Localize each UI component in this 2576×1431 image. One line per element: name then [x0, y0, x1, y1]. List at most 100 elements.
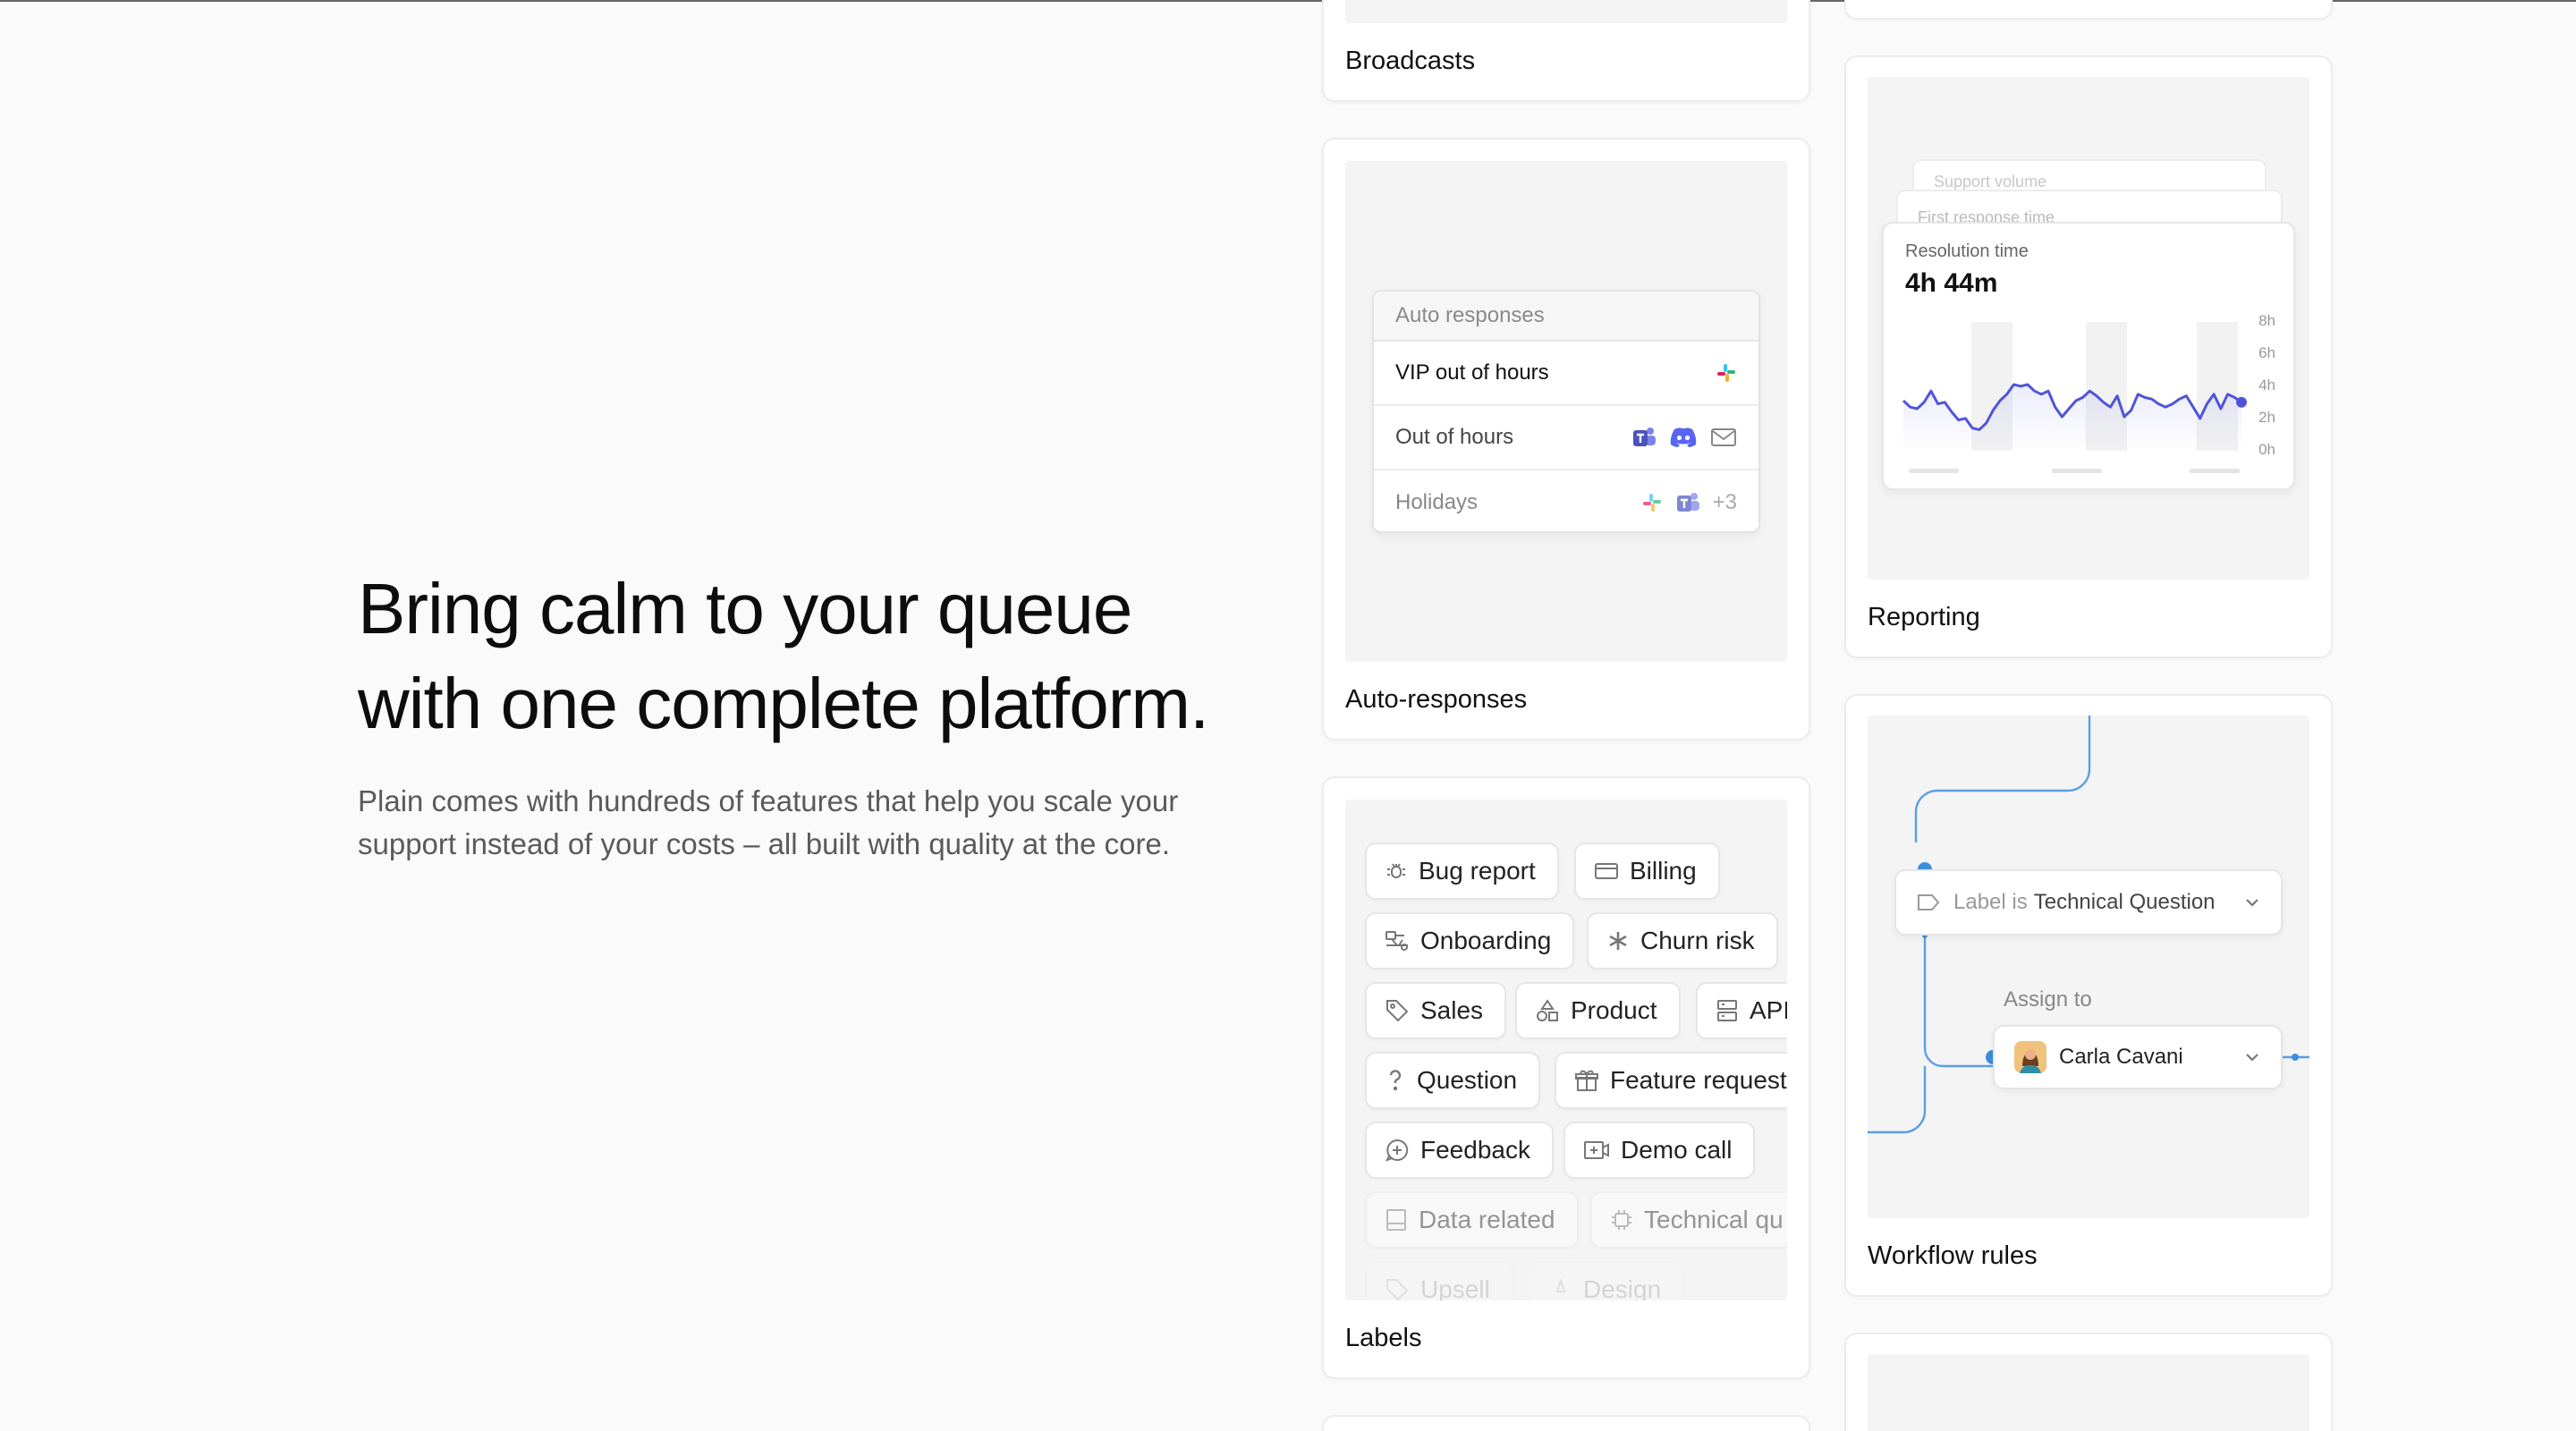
- auto-response-name: Out of hours: [1395, 425, 1514, 449]
- partial-card-visual: [1868, 1354, 2309, 1431]
- auto-responses-card[interactable]: Auto responses VIP out of hours Out of h…: [1322, 138, 1810, 741]
- teams-icon: [1676, 493, 1699, 512]
- label-chip-technical-question[interactable]: Technical qu: [1590, 1191, 1787, 1249]
- hero-title: Bring calm to your queue with one comple…: [358, 562, 1288, 751]
- partial-card-bottom-right[interactable]: [1844, 1333, 2333, 1431]
- label-chip-text: Feedback: [1420, 1136, 1530, 1164]
- y-tick-label: 2h: [2258, 409, 2275, 426]
- label-chip-feedback[interactable]: Feedback: [1365, 1122, 1554, 1179]
- workflow-rules-card[interactable]: Label is Technical Question Assign to Ca…: [1844, 694, 2333, 1297]
- label-chip-text: Sales: [1420, 996, 1484, 1024]
- tag-icon: [1386, 1279, 1409, 1300]
- label-chip-data-related[interactable]: Data related: [1365, 1191, 1579, 1249]
- broadcasts-card[interactable]: Broadcasts: [1322, 0, 1810, 102]
- label-chip-design[interactable]: Design: [1530, 1261, 1685, 1300]
- auto-responses-label: Auto-responses: [1345, 685, 1528, 714]
- database-icon: [1386, 1209, 1406, 1231]
- question-icon: [1389, 1070, 1402, 1091]
- auto-response-row[interactable]: VIP out of hours: [1374, 342, 1758, 406]
- auto-response-name: Holidays: [1395, 490, 1479, 514]
- label-tag-icon: [1918, 894, 1940, 910]
- chevron-down-icon: [2246, 1054, 2258, 1062]
- partial-card-top-right[interactable]: [1844, 0, 2333, 20]
- hero-title-line2: with one complete platform.: [358, 664, 1209, 743]
- label-chip-onboarding[interactable]: Onboarding: [1365, 912, 1575, 970]
- condition-prefix: Label is: [1953, 890, 2028, 914]
- y-tick-label: 0h: [2258, 441, 2275, 458]
- label-chip-text: Demo call: [1621, 1136, 1733, 1164]
- x-axis-placeholder: [1909, 469, 1959, 473]
- label-chip-text: API: [1750, 996, 1787, 1024]
- labels-card[interactable]: Bug report Billing Onboarding Churn risk…: [1322, 776, 1810, 1379]
- x-axis-placeholder: [2052, 469, 2102, 473]
- auto-response-row[interactable]: Holidays +3: [1374, 470, 1758, 531]
- label-chip-text: Design: [1583, 1275, 1662, 1300]
- asterisk-icon: [1609, 932, 1627, 950]
- broadcasts-label: Broadcasts: [1345, 47, 1476, 75]
- avatar: [2014, 1041, 2046, 1073]
- slack-icon: [1642, 494, 1661, 512]
- label-chip-product[interactable]: Product: [1515, 982, 1681, 1039]
- label-chip-text: Upsell: [1420, 1275, 1490, 1300]
- chat-plus-icon: [1385, 1139, 1409, 1162]
- label-chip-text: Feature request: [1610, 1066, 1787, 1094]
- label-chip-text: Churn risk: [1640, 927, 1755, 954]
- x-axis-placeholder: [2190, 469, 2240, 473]
- auto-response-row[interactable]: Out of hours: [1374, 406, 1758, 470]
- label-chip-sales[interactable]: Sales: [1365, 982, 1507, 1039]
- bug-icon: [1387, 863, 1405, 878]
- reporting-visual: Support volume First response time Resol…: [1868, 77, 2309, 580]
- label-chip-api[interactable]: API: [1696, 982, 1787, 1039]
- teams-icon: [1633, 428, 1656, 446]
- y-tick-label: 8h: [2258, 312, 2275, 329]
- label-chip-feature-request[interactable]: Feature request: [1555, 1052, 1787, 1109]
- label-chip-text: Billing: [1630, 857, 1697, 885]
- label-chip-text: Data related: [1419, 1206, 1555, 1233]
- chip-icon: [1612, 1210, 1631, 1230]
- assignee-name: Carla Cavani: [2059, 1045, 2183, 1069]
- condition-select[interactable]: Label is Technical Question: [1894, 869, 2283, 936]
- label-chip-bug-report[interactable]: Bug report: [1365, 843, 1559, 900]
- connector-node: [2292, 1054, 2299, 1061]
- ghost-card-title: Support volume: [1934, 173, 2047, 191]
- hero-title-line1: Bring calm to your queue: [358, 569, 1132, 648]
- reporting-card[interactable]: Support volume First response time Resol…: [1844, 55, 2333, 658]
- label-chip-billing[interactable]: Billing: [1574, 843, 1720, 900]
- server-icon: [1717, 1000, 1737, 1021]
- y-tick-label: 4h: [2258, 377, 2275, 394]
- mail-icon: [1711, 428, 1736, 446]
- label-chip-demo-call[interactable]: Demo call: [1563, 1122, 1756, 1179]
- credit-card-icon: [1595, 863, 1618, 879]
- pen-icon: [1555, 1278, 1566, 1292]
- video-icon: [1584, 1141, 1609, 1159]
- tag-icon: [1386, 1000, 1409, 1022]
- discord-icon: [1670, 428, 1697, 447]
- onboarding-icon: [1385, 931, 1408, 951]
- label-chip-text: Question: [1417, 1066, 1518, 1094]
- label-chip-question[interactable]: Question: [1365, 1052, 1541, 1109]
- partial-card-bottom-left[interactable]: [1322, 1415, 1810, 1431]
- labels-visual: Bug report Billing Onboarding Churn risk…: [1345, 800, 1787, 1300]
- label-chip-text: Bug report: [1419, 857, 1536, 885]
- broadcasts-visual: [1345, 0, 1787, 23]
- auto-responses-panel: Auto responses VIP out of hours Out of h…: [1372, 290, 1760, 533]
- label-chip-text: Technical qu: [1644, 1206, 1784, 1233]
- auto-response-name: VIP out of hours: [1395, 360, 1549, 385]
- assignee-select[interactable]: Carla Cavani: [1993, 1025, 2283, 1089]
- label-chip-text: Onboarding: [1420, 927, 1552, 954]
- label-chip-text: Product: [1571, 996, 1657, 1024]
- gift-icon: [1575, 1070, 1598, 1091]
- slack-icon: [1717, 364, 1735, 382]
- hero-subtitle: Plain comes with hundreds of features th…: [358, 780, 1252, 866]
- chevron-down-icon: [2246, 899, 2258, 907]
- auto-responses-visual: Auto responses VIP out of hours Out of h…: [1345, 161, 1787, 662]
- auto-responses-panel-title: Auto responses: [1374, 292, 1758, 342]
- series-end-point: [2236, 396, 2247, 408]
- label-chip-churn-risk[interactable]: Churn risk: [1587, 912, 1778, 970]
- workflow-visual: Label is Technical Question Assign to Ca…: [1868, 716, 2309, 1218]
- label-chip-upsell[interactable]: Upsell: [1365, 1261, 1513, 1300]
- y-tick-label: 6h: [2258, 344, 2275, 361]
- resolution-time-chart: 8h 6h 4h 2h 0h: [1902, 312, 2275, 473]
- workflow-connectors: [1868, 716, 2309, 1134]
- labels-label: Labels: [1345, 1324, 1422, 1352]
